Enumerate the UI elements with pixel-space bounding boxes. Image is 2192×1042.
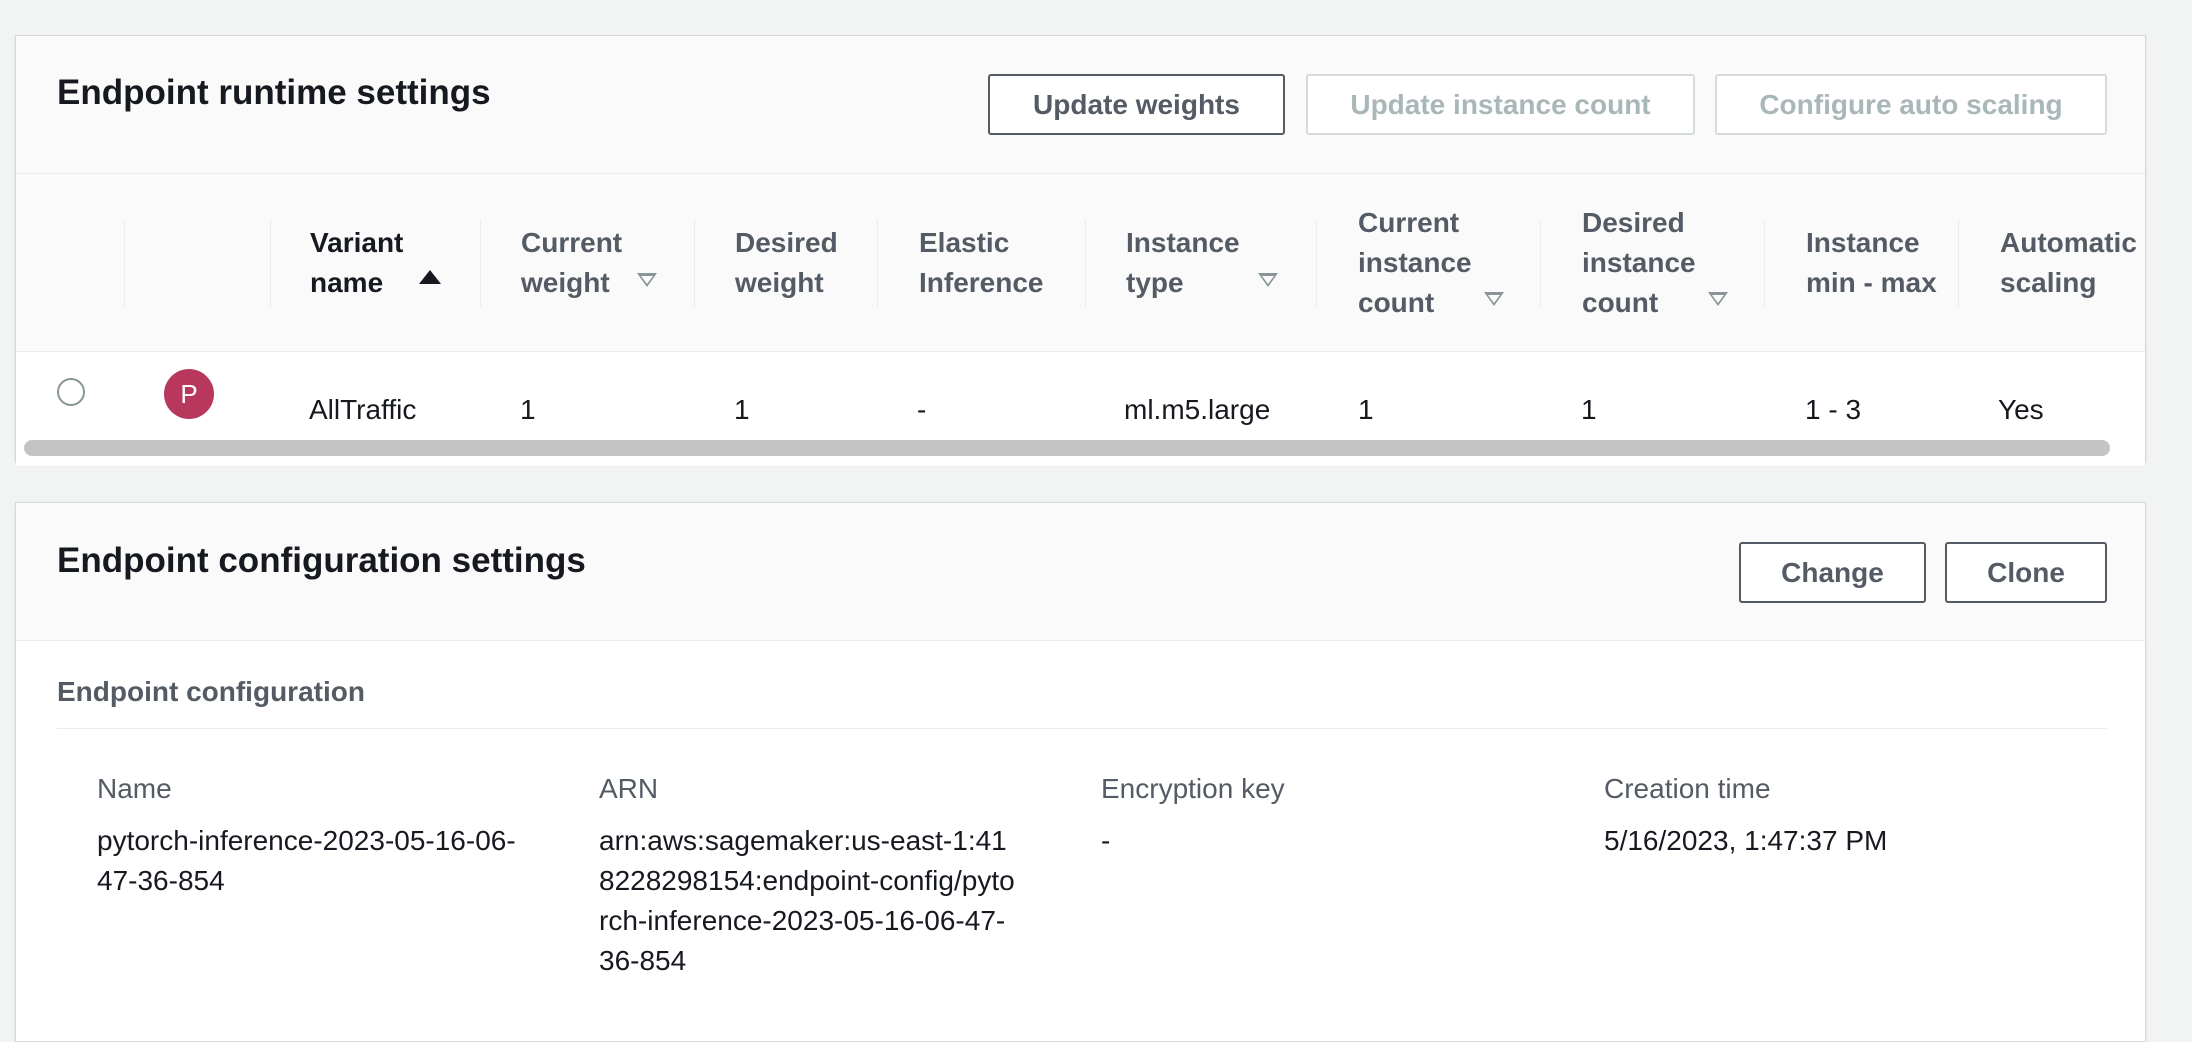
endpoint-runtime-settings-panel: Endpoint runtime settings Update weights… <box>15 35 2146 467</box>
horizontal-scrollbar[interactable] <box>16 434 2145 463</box>
sort-icon <box>1708 292 1728 306</box>
update-instance-count-button[interactable]: Update instance count <box>1306 74 1695 135</box>
column-separator <box>480 219 481 307</box>
sort-icon <box>1484 292 1504 306</box>
name-label: Name <box>97 773 172 804</box>
column-separator <box>877 219 878 307</box>
column-separator <box>1085 219 1086 307</box>
column-header-desired-instance-count[interactable]: Desired instance count <box>1582 174 1712 352</box>
column-header-instance-min-max[interactable]: Instance min - max <box>1806 174 1946 352</box>
column-separator <box>1540 219 1541 307</box>
sort-ascending-icon <box>419 270 441 284</box>
update-weights-button[interactable]: Update weights <box>988 74 1285 135</box>
config-panel-title: Endpoint configuration settings <box>57 541 586 580</box>
column-separator <box>1958 219 1959 307</box>
clone-button[interactable]: Clone <box>1945 542 2107 603</box>
column-header-label: Instance type <box>1126 227 1240 298</box>
variants-table-header: Variant name Current weight Desired weig… <box>16 174 2145 352</box>
creation-time-label: Creation time <box>1604 773 1771 804</box>
column-header-automatic-scaling[interactable]: Automatic scaling <box>2000 174 2147 352</box>
name-value: pytorch-inference-2023-05-16-06-47-36-85… <box>97 825 516 896</box>
column-header-label: Elastic Inference <box>919 227 1044 298</box>
column-header-label: Desired weight <box>735 227 838 298</box>
arn-value: arn:aws:sagemaker:us-east-1:418228298154… <box>599 825 1015 976</box>
runtime-panel-title: Endpoint runtime settings <box>57 73 491 112</box>
endpoint-configuration-settings-panel: Endpoint configuration settings Change C… <box>15 502 2146 1042</box>
encryption-key-value: - <box>1101 825 1111 856</box>
column-header-variant-name[interactable]: Variant name <box>310 174 460 352</box>
column-header-label: Instance min - max <box>1806 227 1937 298</box>
endpoint-configuration-heading: Endpoint configuration <box>57 676 365 707</box>
column-header-instance-type[interactable]: Instance type <box>1126 174 1256 352</box>
runtime-panel-header: Endpoint runtime settings Update weights… <box>16 36 2145 174</box>
column-header-elastic-inference[interactable]: Elastic Inference <box>919 174 1069 352</box>
encryption-key-label: Encryption key <box>1101 773 1285 804</box>
column-separator <box>694 219 695 307</box>
change-button[interactable]: Change <box>1739 542 1926 603</box>
column-header-current-instance-count[interactable]: Current instance count <box>1358 174 1488 352</box>
sort-icon <box>637 273 657 287</box>
column-header-label: Current instance count <box>1358 207 1472 318</box>
column-header-label: Desired instance count <box>1582 207 1696 318</box>
column-header-desired-weight[interactable]: Desired weight <box>735 174 855 352</box>
column-header-label: Current weight <box>521 227 623 298</box>
sort-icon <box>1258 273 1278 287</box>
arn-label: ARN <box>599 773 659 804</box>
column-header-label: Automatic scaling <box>2000 227 2137 298</box>
column-header-label: Variant name <box>310 227 404 298</box>
scrollbar-thumb[interactable] <box>24 440 2110 456</box>
column-separator <box>1764 219 1765 307</box>
variant-avatar: P <box>164 369 214 419</box>
config-panel-header: Endpoint configuration settings Change C… <box>16 503 2145 641</box>
column-separator <box>124 219 125 307</box>
configure-auto-scaling-button[interactable]: Configure auto scaling <box>1715 74 2107 135</box>
row-select-radio[interactable] <box>57 378 85 406</box>
column-header-current-weight[interactable]: Current weight <box>521 174 651 352</box>
creation-time-value: 5/16/2023, 1:47:37 PM <box>1604 825 1888 856</box>
column-separator <box>1316 219 1317 307</box>
column-separator <box>270 219 271 307</box>
section-divider <box>57 728 2107 729</box>
